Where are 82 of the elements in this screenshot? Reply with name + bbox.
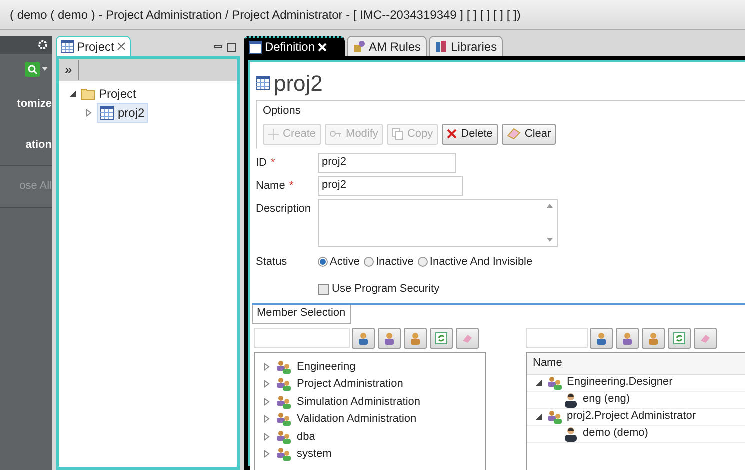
member-action-button[interactable] xyxy=(378,328,401,348)
search-icon[interactable] xyxy=(25,62,40,76)
scroll-down-icon[interactable] xyxy=(547,238,553,242)
collapsed-caret-icon[interactable] xyxy=(85,109,93,117)
table-icon xyxy=(100,106,114,120)
status-radio[interactable]: Active xyxy=(318,254,360,270)
option-button[interactable]: Clear xyxy=(502,124,556,144)
window-title: ( demo ( demo ) - Project Administration / Project Administrator - [ IMC--2034319349 ] [ ] [ ] [ ] [ ]) xyxy=(10,6,521,24)
maximize-icon[interactable] xyxy=(227,43,236,52)
collapsed-caret-icon[interactable] xyxy=(263,415,271,424)
required-marker: * xyxy=(271,156,276,170)
member-selection-tab[interactable]: Member Selection xyxy=(252,304,351,324)
settings-icon[interactable] xyxy=(38,40,48,50)
required-marker: * xyxy=(289,178,294,194)
text-field[interactable]: proj2 xyxy=(318,176,463,196)
member-action-button[interactable] xyxy=(642,328,665,348)
member-action-button[interactable] xyxy=(616,328,639,348)
editor-tab[interactable]: AM Rules xyxy=(347,36,428,56)
options-label: Options xyxy=(263,104,302,119)
copy-icon xyxy=(392,128,404,140)
tree-item[interactable]: Project xyxy=(99,85,136,103)
member-action-button[interactable] xyxy=(590,328,613,348)
group-item[interactable]: dba xyxy=(297,428,316,445)
editor-tab[interactable]: Libraries xyxy=(429,36,504,56)
group-item[interactable]: Simulation Administration xyxy=(297,394,421,410)
field-label: Name xyxy=(256,178,286,194)
field-label: ID xyxy=(256,156,267,170)
collapsed-caret-icon[interactable] xyxy=(263,432,271,441)
member-action-button[interactable] xyxy=(430,328,453,348)
expanded-caret-icon[interactable] xyxy=(69,90,77,98)
side-panel-item[interactable]: tomize xyxy=(0,84,52,124)
option-button[interactable]: Delete xyxy=(442,124,498,144)
collapsed-caret-icon[interactable] xyxy=(263,380,271,388)
text-field[interactable]: proj2 xyxy=(318,152,456,172)
key-icon xyxy=(330,130,342,138)
refresh-icon xyxy=(673,332,686,344)
table-icon xyxy=(256,76,270,90)
member-action-button[interactable] xyxy=(352,328,375,348)
table-icon xyxy=(249,40,262,54)
tree-item[interactable]: proj2 xyxy=(97,103,148,123)
group-item[interactable]: Engineering xyxy=(297,358,356,375)
project-tab[interactable]: Project xyxy=(56,36,132,56)
table-cell-text: demo (demo) xyxy=(583,426,648,442)
expanded-caret-icon[interactable] xyxy=(535,378,543,386)
collapsed-caret-icon[interactable] xyxy=(263,450,271,458)
column-header[interactable]: Name xyxy=(527,352,745,374)
group-item[interactable]: Validation Administration xyxy=(297,411,417,428)
side-panel-item[interactable]: ation xyxy=(0,124,52,165)
member-action-button[interactable] xyxy=(668,328,691,348)
table-cell-text: proj2.Project Administrator xyxy=(567,409,696,424)
dropdown-caret-icon[interactable] xyxy=(42,67,48,71)
group-item[interactable]: Project Administration xyxy=(297,376,404,392)
person-icon xyxy=(563,392,579,408)
tree-item-label: proj2 xyxy=(118,105,145,122)
collapsed-caret-icon[interactable] xyxy=(263,362,271,371)
search-field[interactable] xyxy=(254,328,350,348)
person-icon xyxy=(563,426,579,442)
chevron-button[interactable]: » xyxy=(65,60,80,80)
member-action-button[interactable] xyxy=(694,328,717,348)
refresh-icon xyxy=(435,332,448,344)
group-item[interactable]: system xyxy=(297,446,332,462)
field-label: Status xyxy=(256,254,288,270)
table-icon xyxy=(61,40,74,53)
page-title: proj2 xyxy=(274,70,323,98)
expanded-caret-icon[interactable] xyxy=(535,412,543,420)
member-action-button[interactable] xyxy=(404,328,427,348)
eraser-icon xyxy=(506,128,521,140)
field-label: Description xyxy=(256,202,312,216)
cross-icon xyxy=(447,129,458,139)
search-field[interactable] xyxy=(526,328,588,348)
table-cell-text: Engineering.Designer xyxy=(567,375,673,390)
member-action-button[interactable] xyxy=(456,328,479,348)
status-radio[interactable]: Inactive xyxy=(364,254,414,270)
scroll-up-icon[interactable] xyxy=(547,204,553,208)
folder-icon xyxy=(81,88,95,100)
use-program-security-checkbox[interactable]: Use Program Security xyxy=(318,281,745,298)
status-radio[interactable]: Inactive And Invisible xyxy=(418,254,533,270)
editor-tab[interactable]: Definition xyxy=(244,36,346,56)
collapsed-caret-icon[interactable] xyxy=(263,398,271,406)
table-cell-text: eng (eng) xyxy=(583,392,630,408)
books-icon xyxy=(435,40,448,53)
description-field[interactable] xyxy=(318,198,558,246)
